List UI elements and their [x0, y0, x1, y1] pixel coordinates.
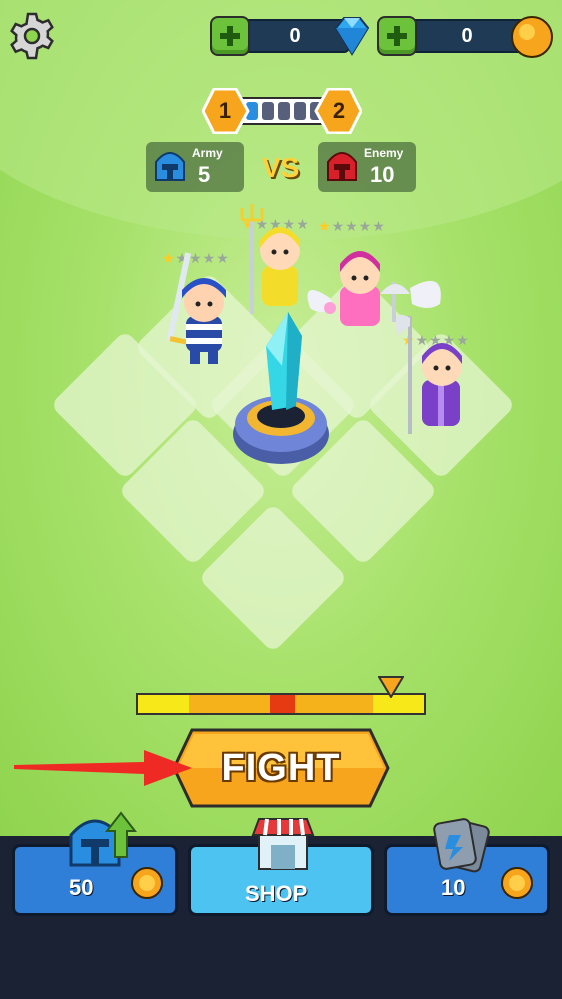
helmet-icon [69, 811, 137, 867]
add-coins-button[interactable] [377, 16, 417, 56]
gem-count: 0 [289, 24, 301, 47]
fight-button[interactable]: FIGHT [172, 728, 390, 808]
shop-button[interactable]: SHOP [188, 818, 374, 916]
next-level: 2 [332, 98, 346, 123]
unit-purple-scythe[interactable] [396, 306, 480, 436]
army-count: 5 [198, 162, 211, 187]
enemy-label: Enemy [364, 146, 404, 160]
gem-counter: 0 [210, 16, 370, 56]
army-label: Army [192, 146, 223, 160]
army-panel: Army 5 [146, 142, 244, 192]
coin-icon [131, 867, 163, 899]
coin-counter: 0 [377, 16, 553, 58]
battle-field: ★★★★★ ★★★★★ ★★★★★ ★★★★★ [0, 0, 562, 836]
coin-icon [511, 16, 553, 58]
shop-label: SHOP [245, 881, 308, 906]
meter-pointer-icon [378, 676, 404, 698]
unit-stars-pink: ★★★★★ [318, 218, 386, 234]
fight-label: FIGHT [221, 746, 341, 789]
vs-label: VS [262, 152, 300, 183]
cards-cost: 10 [441, 875, 466, 900]
hand-pointer-icon [14, 750, 192, 786]
upgrade-army-button[interactable]: 50 [12, 811, 178, 916]
unit-blue-swordsman[interactable] [160, 246, 242, 370]
gem-icon [334, 17, 370, 56]
cards-icon [433, 818, 490, 873]
level-progress: 1 2 [202, 88, 362, 134]
bottom-bar: 50 SHOP 10 [0, 811, 562, 999]
enemy-count: 10 [370, 162, 395, 187]
upgrade-cost: 50 [69, 875, 94, 900]
cards-button[interactable]: 10 [384, 818, 550, 916]
shop-icon [251, 818, 315, 870]
add-gems-button[interactable] [210, 16, 250, 56]
enemy-helmet-icon [327, 152, 357, 181]
gear-icon[interactable] [8, 12, 56, 60]
coin-count: 0 [461, 24, 473, 47]
enemy-panel: Enemy 10 [318, 142, 416, 192]
coin-icon [501, 867, 533, 899]
coin-count-panel: 0 [407, 19, 527, 53]
helmet-icon [155, 152, 185, 181]
current-level: 1 [218, 98, 232, 123]
